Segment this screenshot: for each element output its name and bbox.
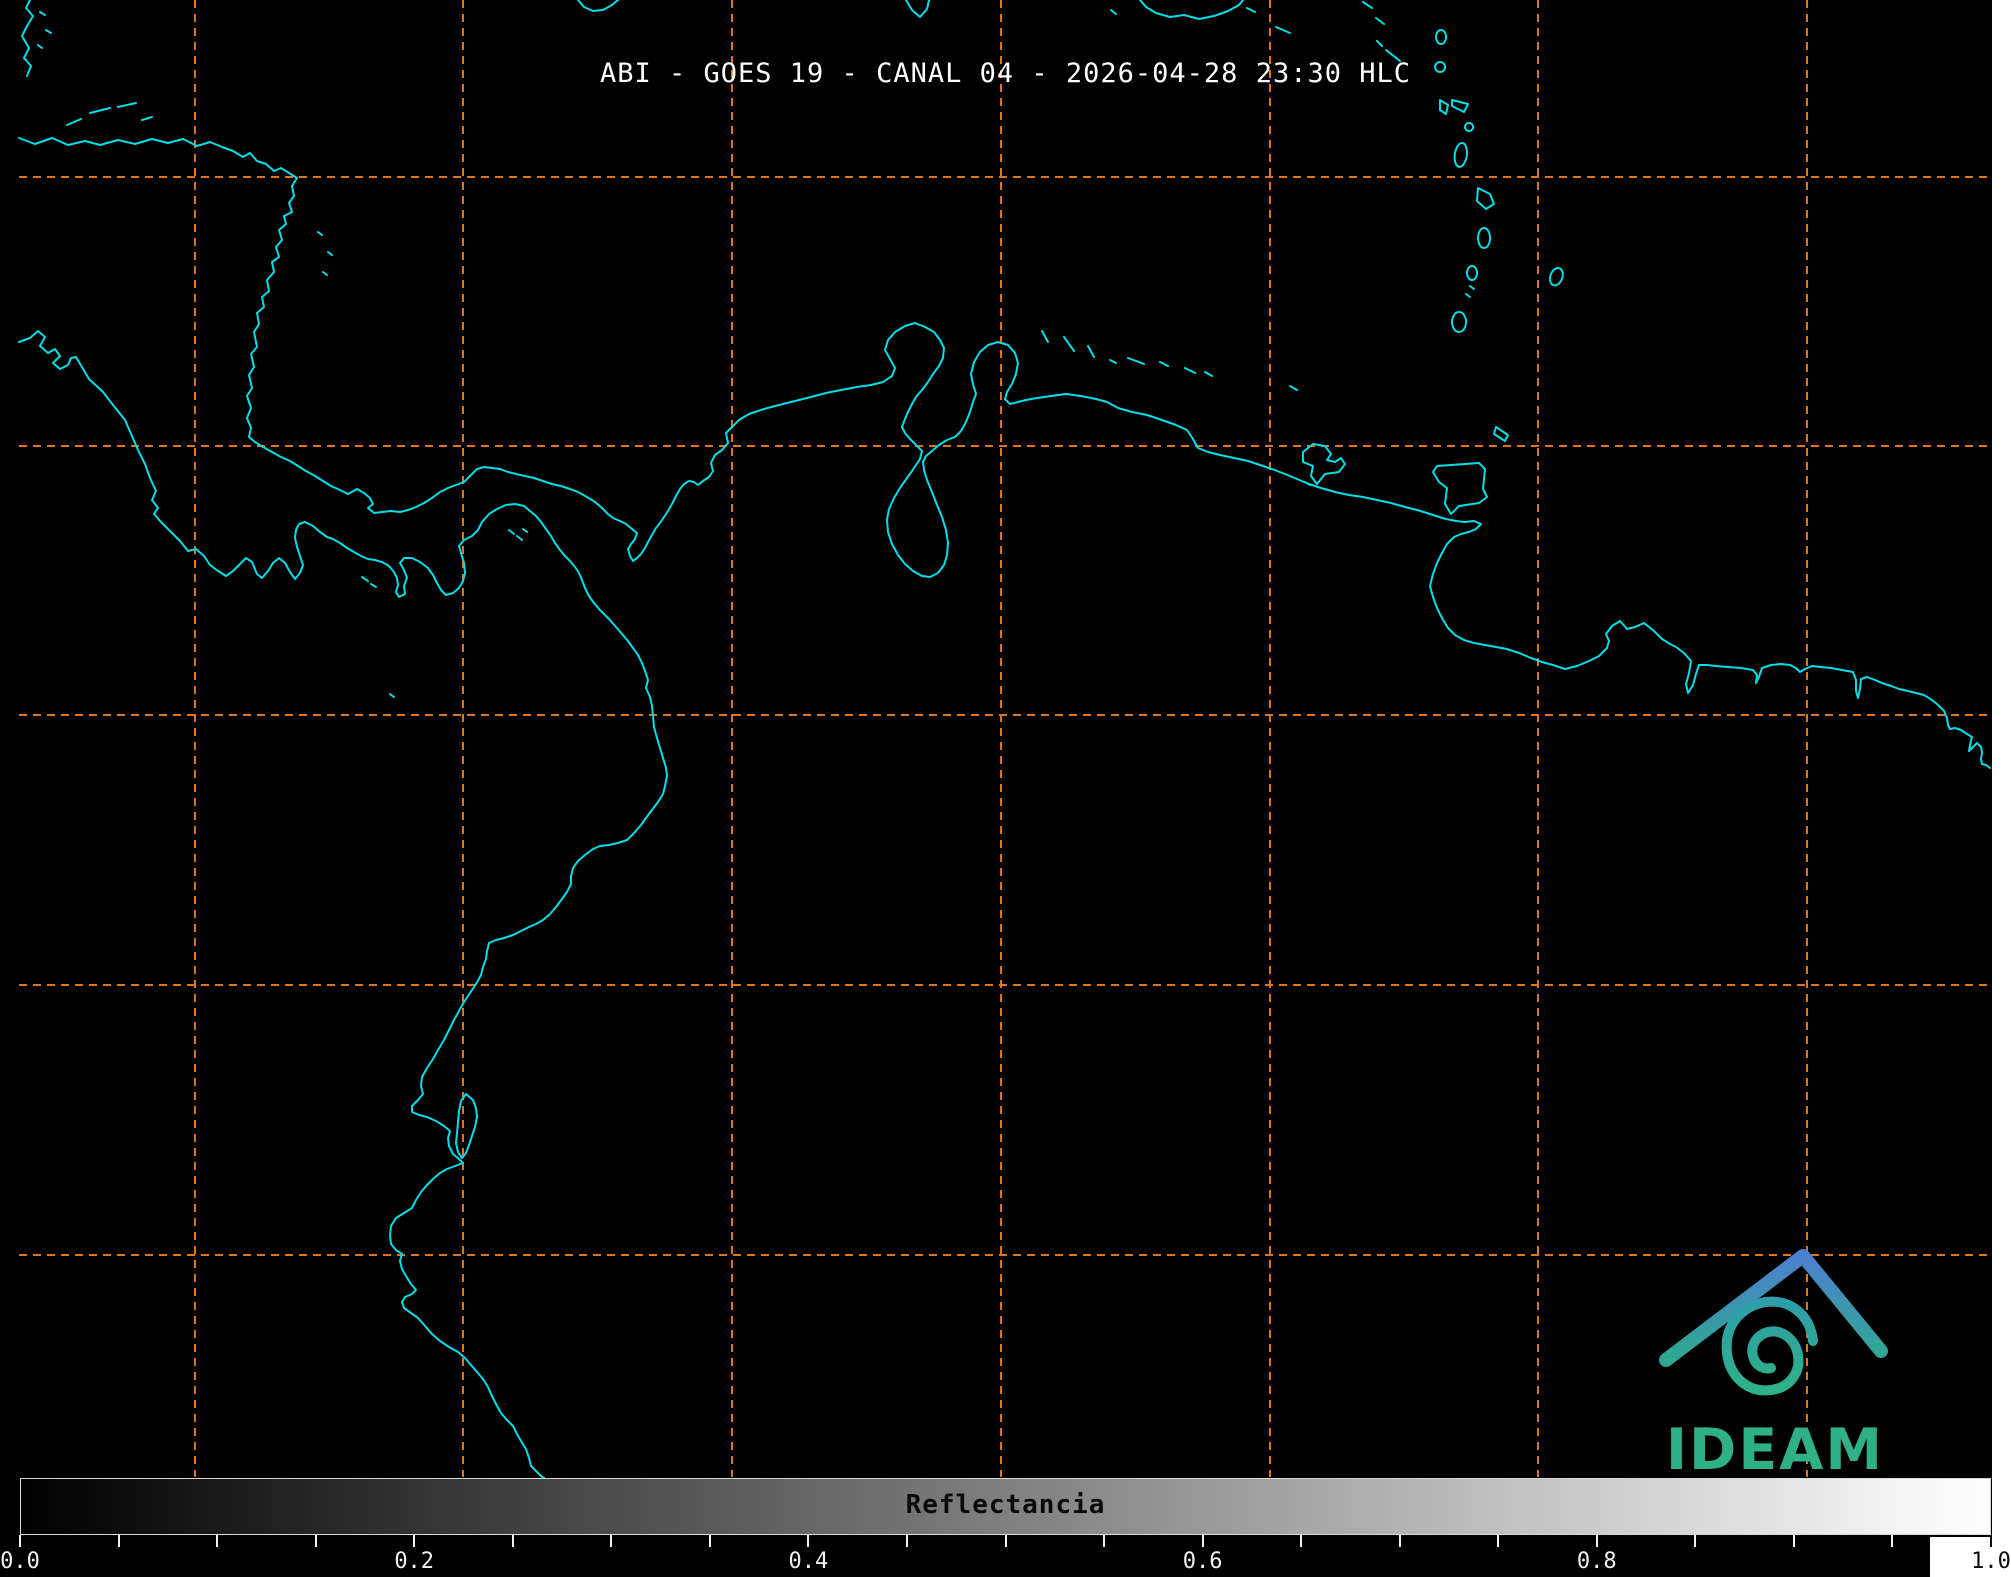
colorbar-tick [413,1535,416,1547]
coastline-hispaniola-fragment-a [577,0,619,12]
coastline-guadeloupe [1439,99,1469,115]
colorbar-tick [1497,1535,1500,1547]
coastline-abc-islands [1041,330,1213,377]
colorbar-tick [1004,1535,1007,1547]
colorbar-tick [1891,1535,1894,1547]
coastline-puna-island [455,1093,478,1159]
coastline-dominica [1453,142,1468,168]
coastline-malpelo-island [389,693,395,698]
coastline-st-vincent [1466,265,1479,281]
ideam-logo: IDEAM [1659,1249,1888,1478]
figure-right-margin [1992,0,2011,1577]
satellite-image-viewer: ABI - GOES 19 - CANAL 04 - 2026-04-28 23… [0,0,2011,1577]
coastline-belize-islets [37,11,52,49]
coastline-grenada [1451,311,1468,333]
coastline-grenadines [1465,285,1475,298]
colorbar-tick-label: 1.0 [1971,1549,2011,1574]
coastline-barbuda [1435,29,1448,45]
coastline-miskito-cays [317,231,333,276]
colorbar-tick [1990,1535,1992,1547]
coastline-pacific-coast [18,330,668,1479]
coastline-martinique [1476,187,1495,210]
colorbar-tick [511,1535,514,1547]
colorbar-tick-label: 0.8 [1576,1549,1617,1574]
coastline-la-tortuga [1289,385,1298,391]
coastline-pearl-islands [508,528,528,541]
coastline-trinidad [1432,462,1488,515]
colorbar-tick [708,1535,711,1547]
colorbar-tick-label: 0.6 [1182,1549,1223,1574]
coastline-marie-galante [1464,122,1475,132]
coastline-caribbean-mainland-coast [18,137,1991,769]
coastline-margarita [1302,443,1346,486]
ideam-mountain-icon [1659,1249,1888,1367]
colorbar-tick-label: 0.2 [394,1549,435,1574]
colorbar-tick-label: 0.4 [788,1549,829,1574]
coastline-coiba-islets [361,576,377,588]
coastline-st-lucia [1477,227,1492,249]
coastline-hispaniola-fragment-b [905,0,930,18]
colorbar-tick [610,1535,613,1547]
colorbar-tick [905,1535,908,1547]
image-title: ABI - GOES 19 - CANAL 04 - 2026-04-28 23… [599,58,1411,89]
colorbar-tick [1595,1535,1598,1547]
colorbar-tick [1398,1535,1401,1547]
colorbar-tick [19,1535,21,1547]
coastline-puerto-rico [1139,0,1244,20]
colorbar-tick [1103,1535,1106,1547]
coastline-barbados [1548,267,1564,287]
colorbar-tick-label: 0.0 [0,1549,40,1574]
ideam-logo-text: IDEAM [1666,1417,1884,1478]
colorbar-tick [117,1535,120,1547]
coastline-pr-islets [1110,7,1291,34]
colorbar-tick [314,1535,317,1547]
coastline-bay-islands [66,102,153,126]
ideam-swirl-icon [1721,1296,1818,1396]
colorbar-tick [807,1535,810,1547]
colorbar-tick [1300,1535,1303,1547]
coastline-leeward-islets [1362,1,1401,62]
colorbar-tick [216,1535,219,1547]
colorbar-tick [1694,1535,1697,1547]
colorbar-tick [1201,1535,1204,1547]
coastline-tobago [1493,426,1509,442]
colorbar-label: Reflectancia [905,1490,1106,1520]
colorbar-tick [1792,1535,1795,1547]
